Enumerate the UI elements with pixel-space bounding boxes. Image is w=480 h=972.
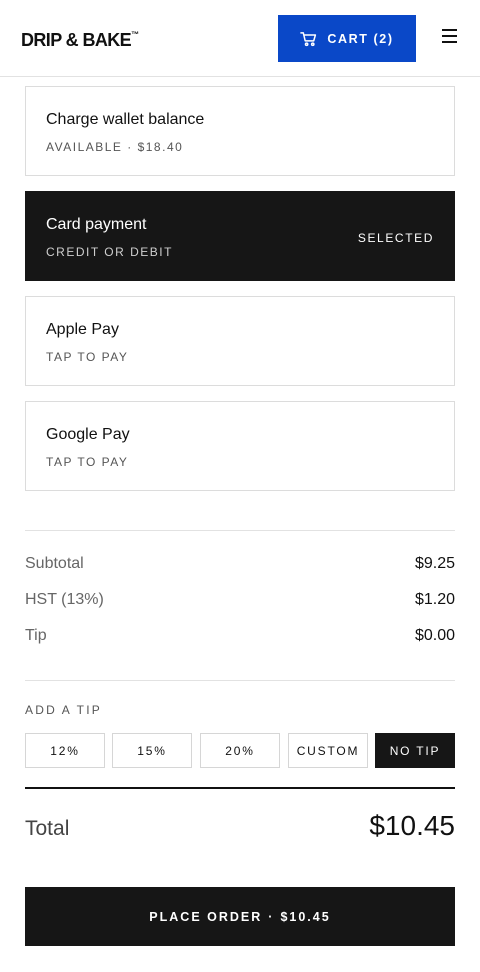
tip-option-12[interactable]: 12% <box>25 733 105 768</box>
payment-option-apple-pay[interactable]: Apple Pay TAP TO PAY <box>25 296 455 386</box>
total-label: Total <box>25 817 70 840</box>
trademark-mark: ™ <box>131 30 139 39</box>
tax-label: HST (13%) <box>25 591 104 608</box>
place-order-label: PLACE ORDER <box>149 909 263 924</box>
tax-value: $1.20 <box>414 591 455 608</box>
cart-label: CART (2) <box>327 31 394 46</box>
tip-row: Tip $0.00 <box>25 625 455 647</box>
payment-option-wallet[interactable]: Charge wallet balance AVAILABLE · $18.40 <box>25 86 455 176</box>
place-order-button[interactable]: PLACE ORDER · $10.45 <box>25 887 455 946</box>
tip-label: Tip <box>25 627 47 644</box>
total-divider <box>25 787 455 789</box>
payment-option-detail: TAP TO PAY <box>46 455 129 469</box>
tax-row: HST (13%) $1.20 <box>25 589 455 611</box>
payment-option-name: Google Pay <box>46 426 130 443</box>
subtotal-label: Subtotal <box>25 555 84 572</box>
payment-option-card[interactable]: Card payment CREDIT OR DEBIT SELECTED <box>25 191 455 281</box>
top-bar: DRIP & BAKE™ CART (2) <box>0 0 480 77</box>
place-order-amount: $10.45 <box>280 909 331 924</box>
payment-option-name: Card payment <box>46 216 147 233</box>
payment-option-detail: TAP TO PAY <box>46 350 129 364</box>
total-value: $10.45 <box>369 810 455 841</box>
cart-icon <box>300 31 317 46</box>
selected-badge: SELECTED <box>357 231 434 245</box>
tip-option-20[interactable]: 20% <box>200 733 280 768</box>
tip-divider <box>25 680 455 681</box>
tip-option-none[interactable]: NO TIP <box>375 733 455 768</box>
brand-logo[interactable]: DRIP & BAKE™ <box>21 27 139 50</box>
tip-option-15[interactable]: 15% <box>112 733 192 768</box>
place-order-separator: · <box>268 909 275 924</box>
payment-option-detail: CREDIT OR DEBIT <box>46 245 173 259</box>
payment-option-name: Charge wallet balance <box>46 111 205 128</box>
tip-section-title: ADD A TIP <box>25 703 102 717</box>
brand-name: DRIP & BAKE <box>21 30 132 50</box>
tip-value: $0.00 <box>414 627 455 644</box>
tip-option-custom[interactable]: CUSTOM <box>288 733 368 768</box>
subtotal-value: $9.25 <box>414 555 455 572</box>
subtotal-row: Subtotal $9.25 <box>25 553 455 575</box>
hamburger-menu-icon[interactable] <box>441 29 459 47</box>
payment-option-detail: AVAILABLE · $18.40 <box>46 140 184 154</box>
payment-option-google-pay[interactable]: Google Pay TAP TO PAY <box>25 401 455 491</box>
payment-option-name: Apple Pay <box>46 321 119 338</box>
summary-divider <box>25 530 455 531</box>
cart-button[interactable]: CART (2) <box>278 15 416 62</box>
